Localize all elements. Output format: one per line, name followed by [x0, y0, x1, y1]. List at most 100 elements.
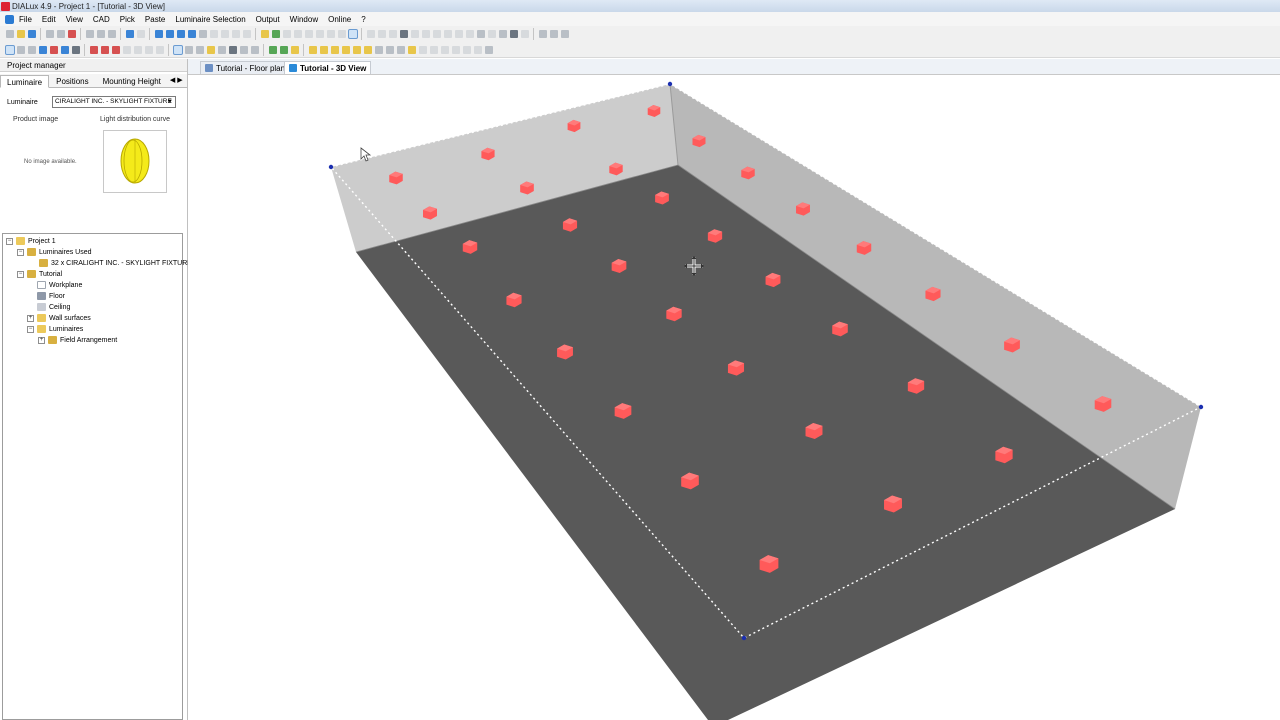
view-front-icon[interactable]: [176, 30, 185, 38]
door-object-icon[interactable]: [341, 45, 350, 54]
print-preview-icon[interactable]: [56, 30, 65, 38]
scale-tool-icon[interactable]: [71, 45, 80, 54]
expand-icon[interactable]: +: [38, 336, 45, 344]
layer-icon[interactable]: [476, 30, 485, 38]
tree-node-luminaires[interactable]: − Luminaires: [27, 324, 83, 334]
view-reset-icon[interactable]: [250, 45, 259, 54]
pan-hand-icon[interactable]: [206, 45, 215, 54]
tab-scroll-right-icon[interactable]: ▶: [177, 74, 182, 87]
zoom-out-icon[interactable]: [195, 45, 204, 54]
tree-node-floor[interactable]: Floor: [37, 291, 65, 301]
text-icon[interactable]: [443, 30, 452, 38]
menu-cad[interactable]: CAD: [93, 15, 110, 24]
tab-floor-plan[interactable]: Tutorial - Floor plan: [200, 61, 291, 74]
select-multi-icon[interactable]: [16, 45, 25, 54]
edit-mode-icon[interactable]: [347, 29, 358, 39]
luminaire-line-icon[interactable]: [111, 45, 120, 54]
value-chart-icon[interactable]: [440, 45, 449, 54]
fly-icon[interactable]: [239, 45, 248, 54]
open-icon[interactable]: [16, 30, 25, 38]
align-right-icon[interactable]: [293, 30, 302, 38]
ugr-icon[interactable]: [451, 45, 460, 54]
collapse-icon[interactable]: −: [17, 248, 24, 256]
move-tool-icon[interactable]: [27, 45, 36, 54]
furniture-icon[interactable]: [308, 45, 317, 54]
align-left-icon[interactable]: [282, 30, 291, 38]
calculate-icon[interactable]: [271, 30, 280, 38]
align-bottom-icon[interactable]: [315, 30, 324, 38]
expand-icon[interactable]: +: [27, 314, 34, 322]
aiming-icon[interactable]: [144, 45, 153, 54]
pan-icon[interactable]: [220, 30, 229, 38]
light-scene-icon[interactable]: [268, 45, 277, 54]
rectangle-icon[interactable]: [421, 30, 430, 38]
tab-3d-view[interactable]: Tutorial - 3D View: [284, 61, 372, 74]
tree-node-wall-surfaces[interactable]: + Wall surfaces: [27, 313, 91, 323]
selection-handle[interactable]: [1198, 404, 1204, 410]
menu-paste[interactable]: Paste: [145, 15, 165, 24]
tree-node-project[interactable]: − Project 1: [6, 236, 56, 246]
menu-window[interactable]: Window: [290, 15, 318, 24]
tree-node-ceiling[interactable]: Ceiling: [37, 302, 70, 312]
luminaire-field-icon[interactable]: [100, 45, 109, 54]
save-icon[interactable]: [27, 30, 36, 38]
distribute-icon[interactable]: [326, 30, 335, 38]
camera-icon[interactable]: [509, 30, 518, 38]
control-group-icon[interactable]: [279, 45, 288, 54]
color-icon[interactable]: [385, 45, 394, 54]
selection-handle[interactable]: [328, 164, 334, 170]
chevron-down-icon[interactable]: ▼: [167, 97, 173, 107]
menu-online[interactable]: Online: [328, 15, 351, 24]
rotate-tool-icon[interactable]: [38, 45, 47, 54]
menu-pick[interactable]: Pick: [120, 15, 135, 24]
tab-luminaire[interactable]: Luminaire: [0, 75, 50, 88]
view-side-icon[interactable]: [187, 30, 196, 38]
luminaire-circle-icon[interactable]: [122, 45, 131, 54]
3d-scene[interactable]: [188, 75, 1280, 720]
window-object-icon[interactable]: [330, 45, 339, 54]
false-color-icon[interactable]: [429, 45, 438, 54]
orientation-icon[interactable]: [155, 45, 164, 54]
calculation-point-icon[interactable]: [363, 45, 372, 54]
undo-icon[interactable]: [125, 30, 134, 38]
hatch-icon[interactable]: [465, 30, 474, 38]
tab-positions[interactable]: Positions: [49, 74, 95, 87]
luminaire-insert-icon[interactable]: [89, 45, 98, 54]
tab-mounting-height[interactable]: Mounting Height: [96, 74, 168, 87]
folder-icon[interactable]: [290, 45, 299, 54]
circle-icon[interactable]: [432, 30, 441, 38]
walk-through-icon[interactable]: [228, 45, 237, 54]
tree-node-field-arrangement[interactable]: + Field Arrangement: [38, 335, 117, 345]
menu-help[interactable]: ?: [361, 15, 365, 24]
texture-icon[interactable]: [374, 45, 383, 54]
view-floor-icon[interactable]: [165, 30, 174, 38]
network-icon[interactable]: [484, 45, 493, 54]
mirror-tool-icon[interactable]: [60, 45, 69, 54]
delete-tool-icon[interactable]: [49, 45, 58, 54]
calculation-surface-icon[interactable]: [352, 45, 361, 54]
align-top-icon[interactable]: [304, 30, 313, 38]
menu-file[interactable]: File: [19, 15, 32, 24]
snap-icon[interactable]: [366, 30, 375, 38]
select-all-icon[interactable]: [260, 30, 269, 38]
walk-icon[interactable]: [242, 30, 251, 38]
rotate-icon[interactable]: [231, 30, 240, 38]
pdf-icon[interactable]: [67, 30, 76, 38]
menu-output[interactable]: Output: [256, 15, 280, 24]
zoom-window-icon[interactable]: [172, 44, 183, 55]
tree-node-room[interactable]: − Tutorial: [17, 269, 62, 279]
collapse-icon[interactable]: −: [27, 325, 34, 333]
chart-icon[interactable]: [549, 30, 558, 38]
luminaire-single-icon[interactable]: [133, 45, 142, 54]
grid-icon[interactable]: [377, 30, 386, 38]
select-tool-icon[interactable]: [4, 44, 15, 55]
menu-edit[interactable]: Edit: [42, 15, 56, 24]
luminaire-select[interactable]: CIRALIGHT INC. - SKYLIGHT FIXTURE ▼: [52, 96, 176, 108]
pointer-tool-icon[interactable]: [399, 30, 408, 38]
tab-scroll-left-icon[interactable]: ◀: [170, 74, 175, 87]
zoom-in-icon[interactable]: [184, 45, 193, 54]
cut-icon[interactable]: [85, 30, 94, 38]
material-icon[interactable]: [396, 45, 405, 54]
report-icon[interactable]: [560, 30, 569, 38]
floor-surface[interactable]: [356, 165, 1175, 720]
